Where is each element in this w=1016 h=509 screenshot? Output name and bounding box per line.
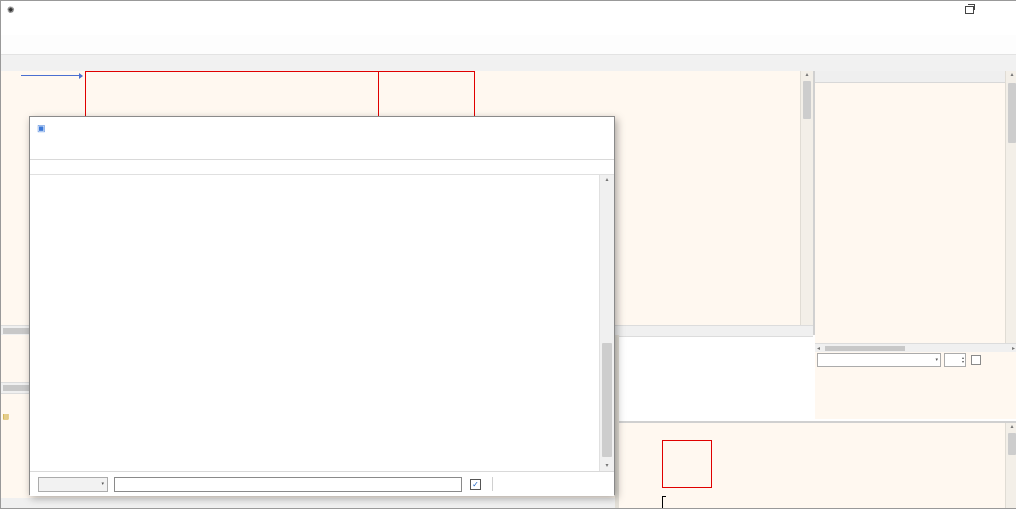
filter-input[interactable] [114, 477, 462, 492]
callconv-row: ▾ ▴▾ [815, 352, 1016, 367]
stack-args-highlight [662, 440, 712, 489]
registers-vscrollbar[interactable]: ▴ [1005, 71, 1016, 343]
registers-panel[interactable] [815, 71, 1016, 343]
dialog-close-button[interactable] [584, 117, 614, 139]
column-filter-dropdown[interactable]: ▾ [38, 477, 108, 492]
minimize-button[interactable] [921, 1, 953, 19]
view-tabbar [1, 55, 1016, 72]
menubar [1, 19, 1016, 35]
highlight-divider [378, 71, 379, 119]
arguments-panel[interactable] [815, 367, 1016, 419]
properties-dialog: ▣ ▴ ▾ ▾ ✓ [29, 116, 615, 495]
dump-strip: ▤ [3, 409, 8, 425]
close-button[interactable] [985, 1, 1016, 19]
stepper-arrows-icon: ▴▾ [962, 356, 964, 364]
regex-checkbox[interactable]: ✓ [470, 479, 481, 490]
stack-panel[interactable] [619, 421, 1016, 509]
highlight-rectangle [85, 71, 475, 121]
dump-icon: ▤ [3, 412, 8, 422]
dialog-icon: ▣ [37, 123, 46, 134]
calling-convention-select[interactable]: ▾ [817, 353, 941, 367]
disasm-vscrollbar[interactable]: ▴ [800, 71, 813, 325]
chevron-down-icon: ▾ [101, 481, 104, 487]
dialog-titlebar[interactable]: ▣ [30, 117, 614, 139]
dialog-footer: ▾ ✓ [30, 471, 614, 496]
dialog-maximize-button[interactable] [554, 117, 584, 139]
table-vscrollbar[interactable]: ▴ ▾ [599, 175, 614, 471]
chevron-down-icon: ▾ [935, 357, 938, 363]
arg-depth-stepper[interactable]: ▴▾ [944, 353, 966, 367]
dialog-minimize-button[interactable] [524, 117, 554, 139]
stack-vscrollbar[interactable]: ▴ [1005, 423, 1016, 508]
hide-fpu-button[interactable] [815, 71, 1016, 83]
restore-button[interactable] [953, 1, 985, 19]
dialog-tabbar [30, 139, 614, 160]
restore-icon [965, 6, 974, 14]
unlocked-checkbox[interactable] [971, 355, 981, 365]
table-header[interactable] [30, 160, 614, 175]
toolbar [1, 35, 1016, 55]
titlebar: ✺ [1, 1, 1016, 19]
eip-arrow-icon [21, 75, 79, 76]
handle-table: ▴ ▾ [30, 175, 614, 471]
app-icon: ✺ [7, 5, 15, 16]
x32dbg-window: ✺ ▴ ▤ [0, 0, 1016, 509]
footer-divider [492, 477, 493, 491]
